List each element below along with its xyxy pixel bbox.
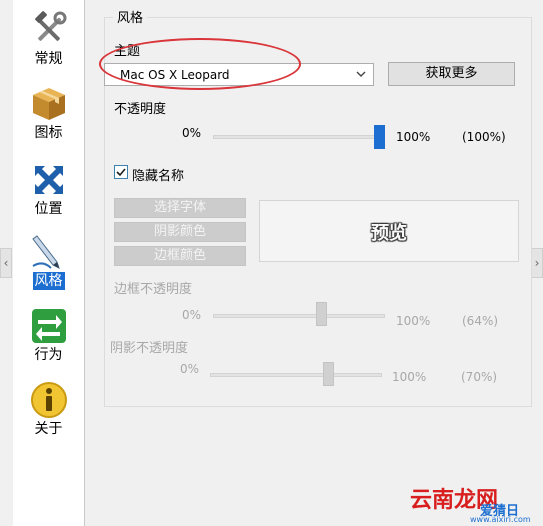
shadow-opacity-slider-thumb[interactable]	[322, 362, 334, 386]
opacity-value: (100%)	[462, 130, 506, 144]
group-title: 风格	[113, 7, 148, 26]
border-color-button[interactable]: 边框颜色	[114, 246, 246, 266]
sidebar-item-behavior[interactable]: 行为	[13, 306, 84, 364]
sidebar-item-general[interactable]: 常规	[13, 10, 84, 68]
preview-box: 预览	[259, 200, 519, 262]
scroll-right-button[interactable]: ›	[531, 248, 543, 278]
sidebar-item-icons[interactable]: 图标	[13, 84, 84, 142]
border-opacity-label: 边框不透明度	[114, 282, 193, 297]
highlight-ring	[99, 38, 301, 90]
border-opacity-slider-thumb[interactable]	[316, 302, 328, 326]
opacity-slider-thumb[interactable]	[374, 125, 385, 149]
border-opacity-value: (64%)	[462, 314, 499, 328]
opacity-min: 0%	[182, 126, 202, 140]
sidebar: 常规 图标 位置 风格 行为 关于	[13, 0, 85, 526]
opacity-max: 100%	[396, 130, 431, 144]
shadow-opacity-label: 阴影不透明度	[110, 341, 189, 356]
tools-icon	[34, 11, 66, 41]
hide-names-label[interactable]: 隐藏名称	[132, 165, 184, 184]
chevron-down-icon	[356, 71, 366, 77]
pen-icon	[31, 235, 60, 269]
checkmark-icon	[116, 168, 126, 177]
sidebar-item-label: 行为	[34, 347, 63, 363]
border-opacity-max: 100%	[396, 314, 431, 328]
shadow-color-button[interactable]: 阴影颜色	[114, 222, 246, 242]
sidebar-item-label: 图标	[34, 125, 63, 141]
scroll-left-button[interactable]: ‹	[0, 248, 12, 278]
swap-arrows-icon	[31, 309, 66, 343]
opacity-label: 不透明度	[114, 102, 167, 117]
border-opacity-slider-track[interactable]	[213, 314, 385, 318]
sidebar-item-label: 位置	[34, 201, 63, 217]
preview-text: 预览	[371, 223, 407, 244]
border-opacity-min: 0%	[182, 308, 202, 322]
hide-names-checkbox[interactable]	[114, 165, 128, 179]
shadow-opacity-max: 100%	[392, 370, 427, 384]
sidebar-item-style[interactable]: 风格	[13, 232, 84, 290]
shadow-opacity-value: (70%)	[461, 370, 498, 384]
shadow-opacity-slider-track[interactable]	[210, 373, 382, 377]
position-arrows-icon	[34, 166, 63, 194]
opacity-slider-track[interactable]	[213, 135, 385, 139]
info-icon	[30, 382, 67, 418]
sidebar-item-label: 常规	[34, 51, 63, 67]
sidebar-item-position[interactable]: 位置	[13, 160, 84, 218]
get-more-button[interactable]: 获取更多	[388, 62, 515, 86]
watermark-site-url: www.aixiri.com	[470, 515, 531, 524]
shadow-opacity-min: 0%	[180, 362, 200, 376]
sidebar-item-about[interactable]: 关于	[13, 380, 84, 438]
sidebar-item-label: 风格	[32, 272, 65, 290]
package-icon	[32, 88, 65, 120]
sidebar-item-label: 关于	[34, 421, 63, 437]
choose-font-button[interactable]: 选择字体	[114, 198, 246, 218]
